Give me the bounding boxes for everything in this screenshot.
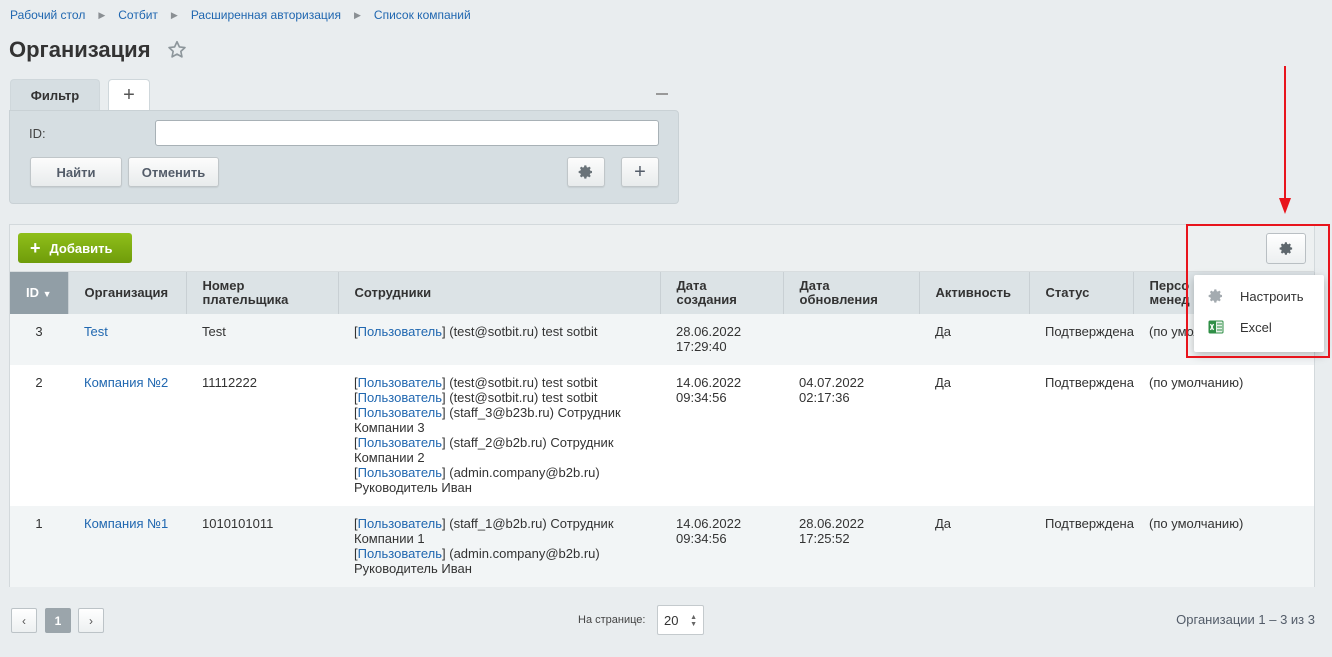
cell-organization: Компания №2 (68, 365, 186, 506)
column-header-id[interactable]: ID ▼ (10, 272, 69, 314)
cell-created: 28.06.2022 17:29:40 (660, 314, 783, 365)
cell-updated: 04.07.2022 02:17:36 (783, 365, 919, 506)
arrow-down-icon (1279, 66, 1291, 214)
cancel-button[interactable]: Отменить (128, 157, 219, 187)
employee-entry: [Пользователь] (staff_1@b2b.ru) Сотрудни… (354, 516, 614, 546)
cell-active: Да (919, 506, 1029, 587)
star-icon[interactable] (166, 39, 188, 61)
user-link[interactable]: Пользователь (358, 324, 442, 339)
cell-updated: 28.06.2022 17:25:52 (783, 506, 919, 587)
user-link[interactable]: Пользователь (358, 465, 442, 480)
per-page-label: На странице: (578, 614, 646, 626)
column-header-employees[interactable]: Сотрудники (338, 272, 661, 314)
cell-manager: (по умолчанию) (1133, 365, 1314, 506)
chevron-right-icon: ▶ (98, 9, 106, 20)
column-header-updated[interactable]: Дата обновления (783, 272, 920, 314)
cell-payer: Test (186, 314, 338, 365)
cell-employees: [Пользователь] (staff_1@b2b.ru) Сотрудни… (338, 506, 660, 587)
table-row[interactable]: 2 Компания №2 11112222 [Пользователь] (t… (10, 365, 1314, 506)
breadcrumb-item-auth[interactable]: Расширенная авторизация (191, 8, 341, 22)
cell-created: 14.06.2022 09:34:56 (660, 506, 783, 587)
add-button[interactable]: + Добавить (18, 233, 132, 263)
current-page-button[interactable]: 1 (45, 608, 71, 633)
filter-settings-button[interactable] (567, 157, 605, 187)
cell-payer: 1010101011 (186, 506, 338, 587)
id-field[interactable] (155, 120, 659, 146)
cell-employees: [Пользователь] (test@sotbit.ru) test sot… (338, 365, 660, 506)
table-row[interactable]: 1 Компания №1 1010101011 [Пользователь] … (10, 506, 1314, 587)
user-link[interactable]: Пользователь (358, 435, 442, 450)
organization-link[interactable]: Компания №2 (84, 375, 168, 390)
cell-status: Подтверждена (1029, 314, 1134, 365)
cell-organization: Компания №1 (68, 506, 186, 587)
add-filter-field-button[interactable]: + (621, 157, 659, 187)
updown-icon: ▲ ▼ (690, 614, 697, 628)
table-header-row: ID ▼ Организация Номер плательщика Сотруд… (10, 272, 1315, 314)
column-header-created[interactable]: Дата создания (660, 272, 784, 314)
per-page-value: 20 (664, 612, 679, 628)
add-filter-tab-button[interactable]: + (108, 79, 150, 111)
cell-updated (783, 314, 919, 365)
employee-entry: [Пользователь] (admin.company@b2b.ru) Ру… (354, 465, 600, 495)
user-link[interactable]: Пользователь (358, 405, 442, 420)
find-button[interactable]: Найти (30, 157, 122, 187)
cell-created: 14.06.2022 09:34:56 (660, 365, 783, 506)
highlight-frame (1186, 224, 1330, 358)
user-link[interactable]: Пользователь (358, 546, 442, 561)
prev-page-button[interactable]: ‹ (11, 608, 37, 633)
organizations-table: ID ▼ Организация Номер плательщика Сотруд… (10, 272, 1315, 587)
total-count: Организации 1 – 3 из 3 (1176, 612, 1315, 627)
cell-organization: Test (68, 314, 186, 365)
per-page-select[interactable]: 20 ▲ ▼ (657, 605, 704, 635)
employee-entry: [Пользователь] (test@sotbit.ru) test sot… (354, 390, 598, 405)
breadcrumb-item-sotbit[interactable]: Сотбит (118, 8, 158, 22)
list-panel: + Добавить ID ▼ Организация Номер платель… (9, 224, 1315, 587)
table-row[interactable]: 3 Test Test [Пользователь] (test@sotbit.… (10, 314, 1314, 365)
cell-status: Подтверждена (1029, 506, 1134, 587)
cell-employees: [Пользователь] (test@sotbit.ru) test sot… (338, 314, 660, 365)
user-link[interactable]: Пользователь (358, 516, 442, 531)
user-link[interactable]: Пользователь (358, 375, 442, 390)
page-title: Организация (9, 37, 151, 62)
chevron-right-icon: ▶ (354, 9, 361, 20)
user-link[interactable]: Пользователь (358, 390, 442, 405)
cell-active: Да (919, 365, 1029, 506)
breadcrumb: Рабочий стол ▶ Сотбит ▶ Расширенная авто… (10, 8, 471, 22)
list-toolbar: + Добавить (10, 225, 1314, 272)
employee-entry: [Пользователь] (test@sotbit.ru) test sot… (354, 375, 598, 390)
organization-link[interactable]: Компания №1 (84, 516, 168, 531)
cell-payer: 11112222 (186, 365, 338, 506)
employee-entry: [Пользователь] (staff_2@b2b.ru) Сотрудни… (354, 435, 614, 465)
employee-entry: [Пользователь] (admin.company@b2b.ru) Ру… (354, 546, 600, 576)
cell-active: Да (919, 314, 1029, 365)
cell-status: Подтверждена (1029, 365, 1134, 506)
column-header-payer[interactable]: Номер плательщика (186, 272, 339, 314)
cell-id: 3 (10, 314, 68, 365)
column-header-status[interactable]: Статус (1029, 272, 1134, 314)
employee-entry: [Пользователь] (staff_3@b23b.ru) Сотрудн… (354, 405, 621, 435)
gear-icon (578, 165, 592, 179)
add-button-label: Добавить (49, 240, 113, 256)
breadcrumb-item-desktop[interactable]: Рабочий стол (10, 8, 85, 22)
sort-down-icon: ▼ (42, 288, 52, 299)
filter-tab[interactable]: Фильтр (10, 79, 100, 111)
breadcrumb-item-companies[interactable]: Список компаний (374, 8, 471, 22)
cell-id: 2 (10, 365, 68, 506)
next-page-button[interactable]: › (78, 608, 104, 633)
employee-entry: [Пользователь] (test@sotbit.ru) test sot… (354, 324, 598, 339)
minimize-icon[interactable] (656, 93, 668, 95)
cell-id: 1 (10, 506, 68, 587)
organization-link[interactable]: Test (84, 324, 108, 339)
column-header-organization[interactable]: Организация (68, 272, 187, 314)
cell-manager: (по умолчанию) (1133, 506, 1314, 587)
chevron-right-icon: ▶ (170, 9, 178, 20)
column-header-active[interactable]: Активность (919, 272, 1030, 314)
plus-icon: + (30, 237, 41, 258)
id-field-label: ID: (29, 126, 46, 141)
